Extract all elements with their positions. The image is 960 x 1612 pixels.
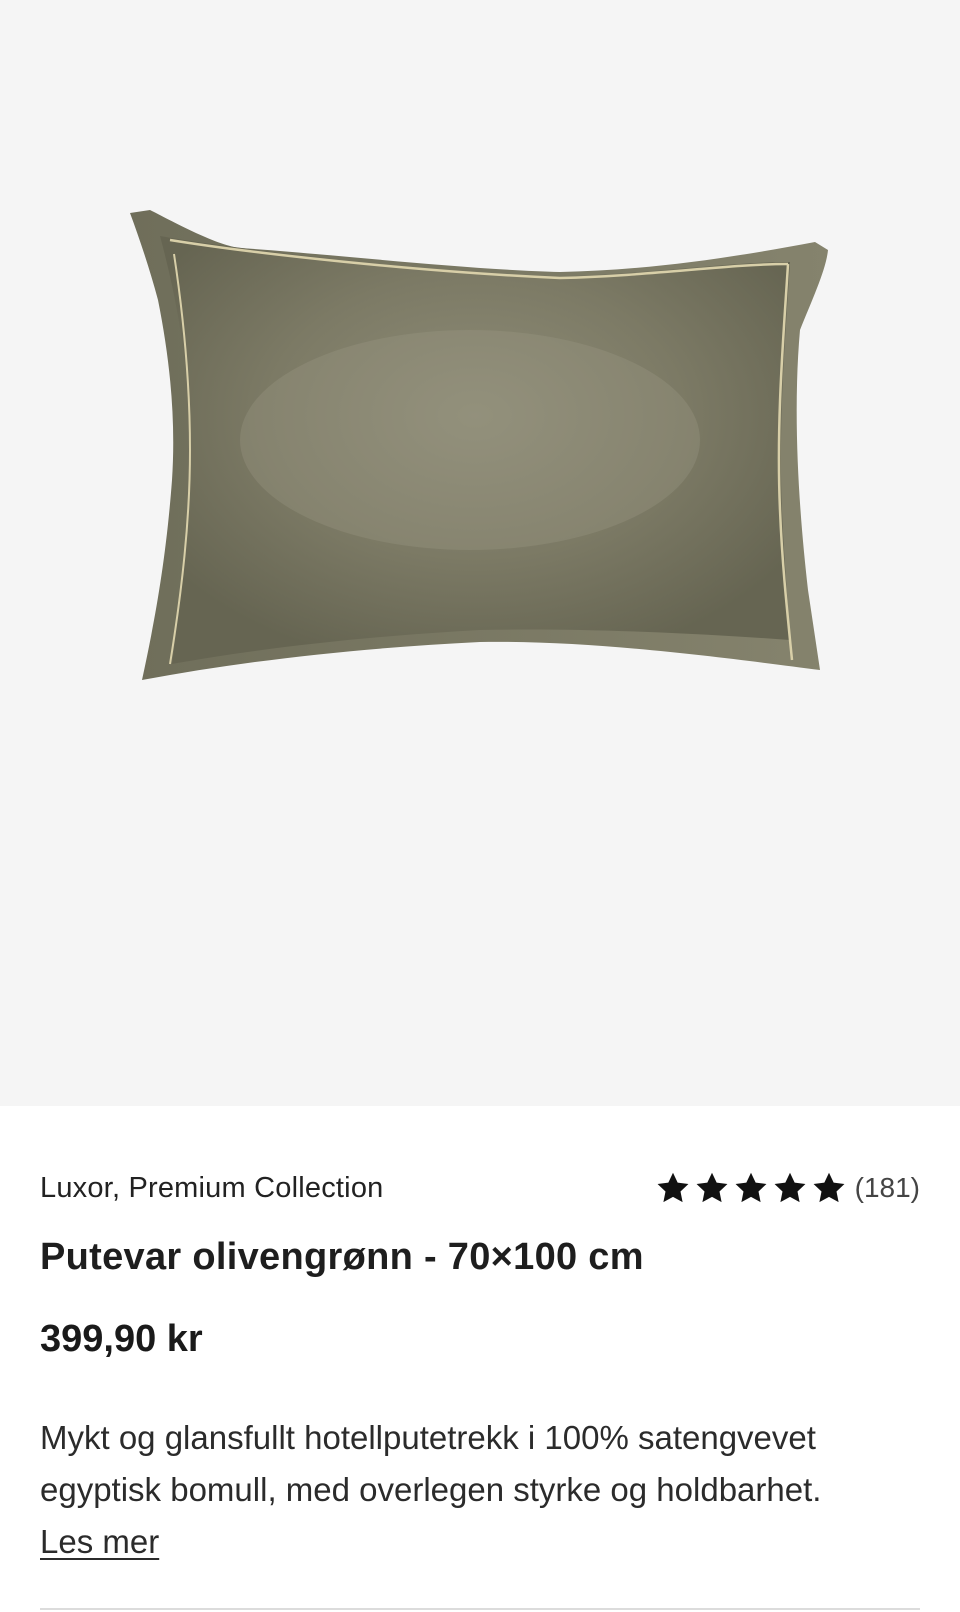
brand-name[interactable]: Luxor, Premium Collection: [40, 1172, 383, 1205]
rating[interactable]: (181): [655, 1170, 920, 1206]
product-title: Putevar olivengrønn - 70×100 cm: [40, 1236, 644, 1278]
product-image[interactable]: [0, 0, 960, 1106]
pillow-image: [130, 210, 828, 680]
description-text: Mykt og glansfullt hotellputetrekk i 100…: [40, 1419, 822, 1508]
star-icon: [696, 1172, 728, 1203]
divider: [40, 1608, 920, 1610]
rating-stars: [655, 1170, 847, 1206]
brand-rating-row: Luxor, Premium Collection (181): [40, 1168, 920, 1208]
star-icon: [735, 1172, 767, 1203]
star-icon: [774, 1172, 806, 1203]
product-description: Mykt og glansfullt hotellputetrekk i 100…: [40, 1412, 920, 1568]
product-price: 399,90 kr: [40, 1318, 203, 1360]
review-count[interactable]: (181): [855, 1172, 920, 1204]
read-more-link[interactable]: Les mer: [40, 1523, 159, 1560]
star-icon: [813, 1172, 845, 1203]
star-icon: [657, 1172, 689, 1203]
